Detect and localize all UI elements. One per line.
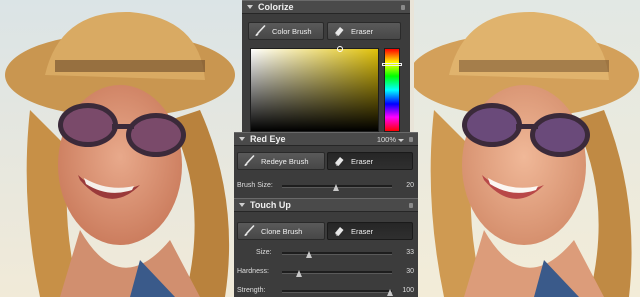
collapse-caret-icon[interactable] [247, 5, 253, 9]
collapse-caret-icon[interactable] [239, 137, 245, 141]
redeye-brush-button[interactable]: Redeye Brush [237, 152, 325, 170]
zoom-value: 100% [376, 135, 396, 144]
saturation-value-picker[interactable] [250, 46, 379, 132]
hue-marker[interactable] [382, 63, 402, 66]
brush-icon [244, 155, 255, 166]
touchup-eraser-label: Eraser [351, 226, 374, 236]
size-label: Size: [256, 249, 272, 256]
brush-icon [244, 225, 255, 236]
hardness-slider[interactable] [296, 270, 302, 277]
redeye-eraser-button[interactable]: Eraser [327, 152, 413, 170]
red-eye-panel-header[interactable]: Red Eye 100% [234, 132, 418, 146]
hue-strip[interactable] [384, 48, 400, 132]
touch-up-panel-header[interactable]: Touch Up [234, 198, 418, 212]
color-brush-label: Color Brush [272, 26, 312, 36]
colorize-panel-header[interactable]: Colorize [242, 0, 410, 14]
hardness-value: 30 [406, 268, 414, 275]
strength-value: 100 [402, 287, 414, 294]
size-slider[interactable] [306, 251, 312, 258]
size-track[interactable] [282, 252, 392, 255]
clone-brush-label: Clone Brush [261, 226, 303, 236]
brush-size-value: 20 [406, 182, 414, 189]
zoom-dropdown[interactable]: 100% [377, 135, 404, 144]
clone-brush-button[interactable]: Clone Brush [237, 222, 325, 240]
colorize-panel-title: Colorize [258, 2, 294, 12]
strength-label: Strength: [237, 287, 266, 294]
photo-after-illustration [414, 0, 640, 297]
photo-before [0, 0, 242, 297]
eraser-icon [335, 227, 344, 236]
touch-up-panel: Touch Up [234, 198, 418, 297]
brush-size-label: Brush Size: [237, 182, 273, 189]
colorize-eraser-button[interactable]: Eraser [327, 22, 401, 40]
size-value: 33 [406, 249, 414, 256]
color-picker-cursor[interactable] [337, 46, 343, 52]
color-brush-button[interactable]: Color Brush [248, 22, 324, 40]
panel-close-icon[interactable] [409, 137, 413, 142]
brush-size-slider[interactable] [333, 184, 339, 191]
brush-icon [255, 25, 266, 36]
touchup-eraser-button[interactable]: Eraser [327, 222, 413, 240]
redeye-brush-label: Redeye Brush [261, 156, 309, 166]
strength-track[interactable] [282, 290, 392, 293]
redeye-eraser-label: Eraser [351, 156, 374, 166]
touch-up-panel-title: Touch Up [250, 200, 291, 210]
collapse-caret-icon[interactable] [239, 203, 245, 207]
red-eye-panel-title: Red Eye [250, 134, 286, 144]
panel-close-icon[interactable] [409, 203, 413, 208]
chevron-down-icon [398, 138, 404, 142]
panel-close-icon[interactable] [401, 5, 405, 10]
eraser-icon [335, 157, 344, 166]
photo-after [414, 0, 640, 297]
hardness-label: Hardness: [237, 268, 269, 275]
photo-before-illustration [0, 0, 242, 297]
strength-slider[interactable] [387, 289, 393, 296]
colorize-eraser-label: Eraser [351, 26, 374, 36]
eraser-icon [335, 27, 344, 36]
